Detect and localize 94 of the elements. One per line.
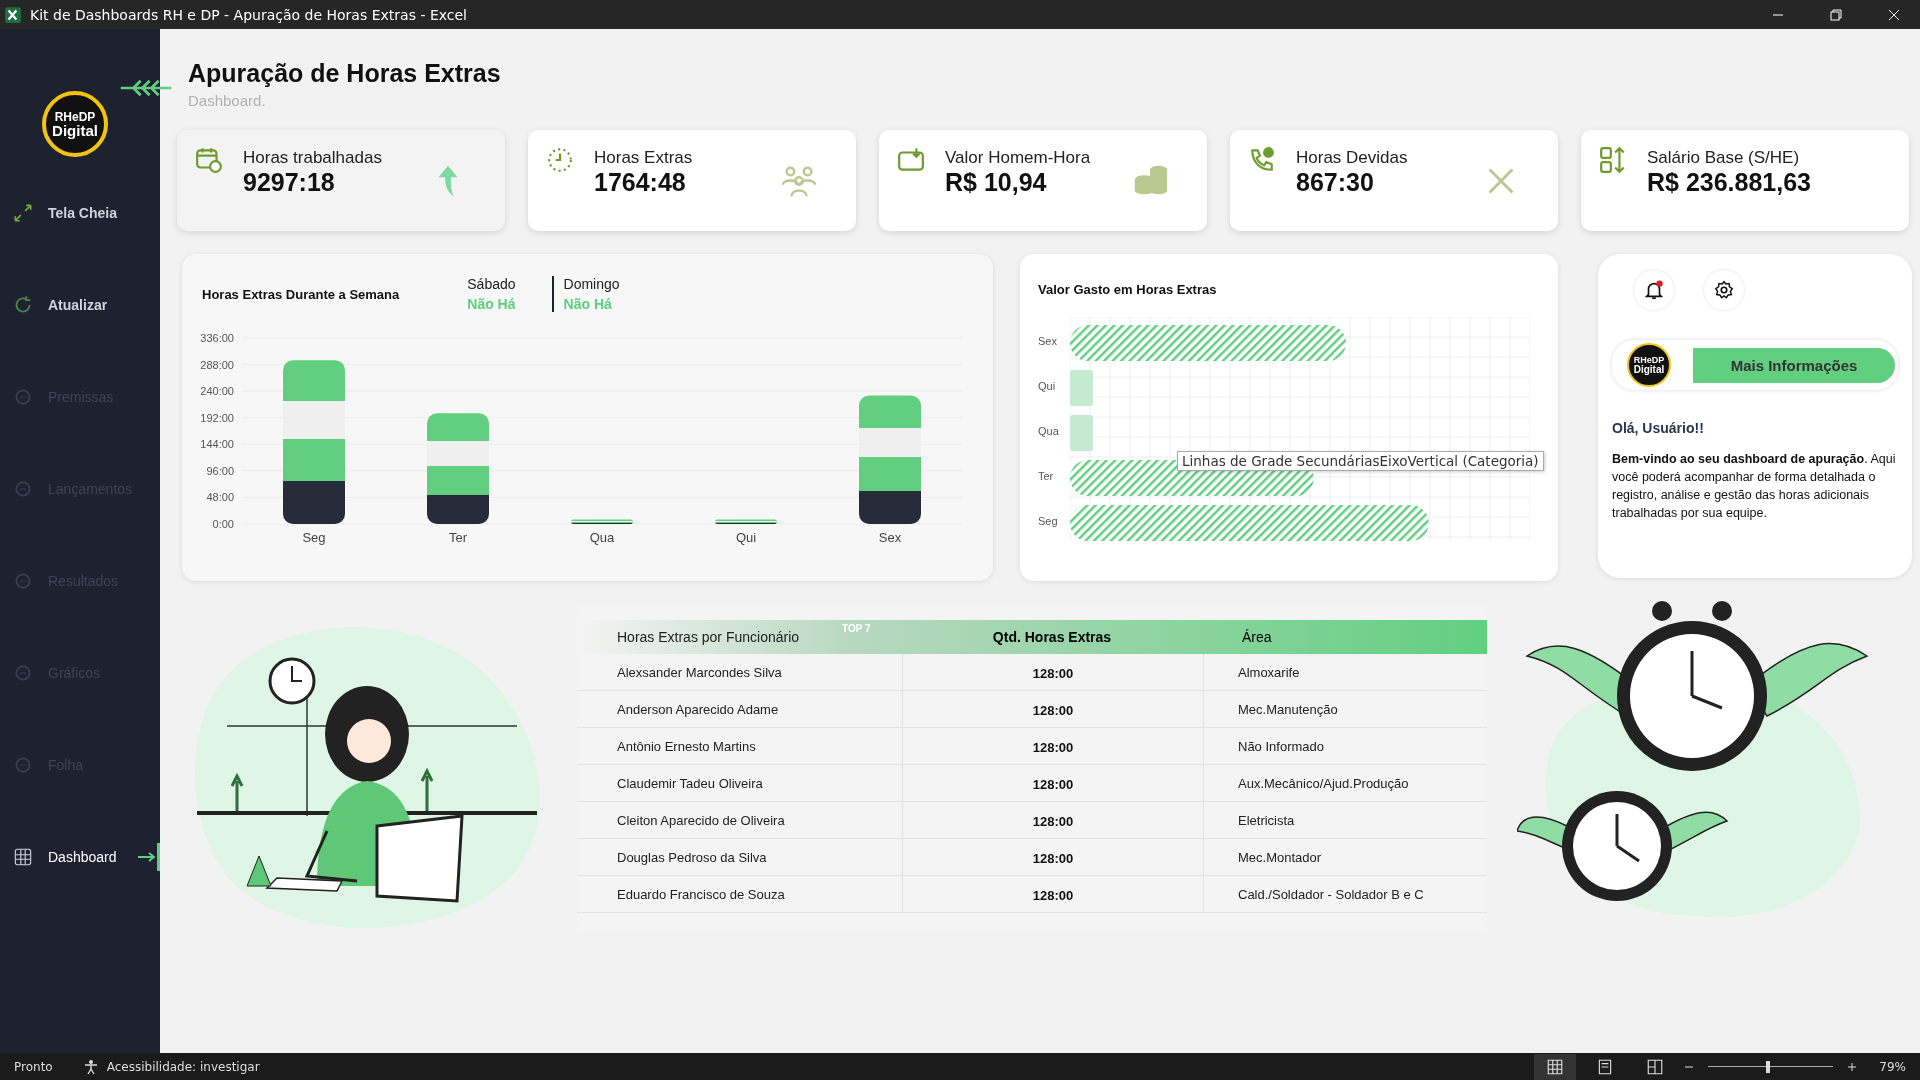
table-cell-text: Douglas Pedroso da Silva	[616, 849, 768, 865]
column-header: Área	[1241, 629, 1272, 645]
axis-category-label: Sex	[1038, 335, 1058, 349]
settings-icon	[1713, 279, 1735, 301]
sidebar-item[interactable]: Dashboard	[0, 811, 160, 903]
weekend-value: Não Há	[563, 296, 613, 312]
bar	[571, 519, 633, 524]
axis-tick-label: 288:00	[200, 358, 234, 371]
column-header: Qtd. Horas Extras	[991, 629, 1113, 645]
zoom-level[interactable]: 79%	[1879, 1059, 1906, 1074]
kpi-label: Valor Homem-Hora	[945, 148, 1092, 168]
kpi-label: Horas Extras	[594, 148, 694, 168]
welcome-text: Bem-vindo ao seu dashboard de apuração. Aqui você poderá acompanhar de forma detalhada o registro, análise e gestão das horas adicionais trabalhadas por sua equipe.	[1612, 451, 1897, 522]
chart-title: Valor Gasto em Horas Extras	[1038, 282, 1218, 297]
table-title: Horas Extras por Funcionário	[616, 629, 801, 645]
table-cell-text: Aux.Mecânico/Ajud.Produção	[1237, 775, 1409, 791]
kpi-value: R$ 10,94	[945, 168, 1048, 197]
accessibility-icon[interactable]	[82, 1058, 99, 1075]
axis-category-label: Qui	[1038, 380, 1057, 394]
axis-category-label: Seg	[302, 530, 326, 545]
axis-category-label: Seg	[1038, 515, 1059, 529]
greeting: Olá, Usuário!!	[1612, 420, 1705, 436]
weekend-value: Não Há	[467, 296, 516, 312]
grid-icon	[12, 846, 34, 868]
table-cell-text: Mec.Manutenção	[1237, 701, 1338, 717]
axis-tick-label: 192:00	[200, 411, 234, 424]
calendar-clock-icon	[195, 146, 223, 174]
axis-tick-label: 96:00	[206, 464, 234, 477]
chevrons-icon	[120, 79, 172, 97]
table-cell-text: Cald./Soldador - Soldador B e C	[1237, 886, 1424, 902]
bar	[1070, 415, 1093, 451]
more-info-button[interactable]: Mais Informações	[1693, 347, 1895, 383]
logo: RHeDP Digital	[1627, 343, 1671, 387]
status-text: Pronto	[14, 1059, 53, 1074]
kpi-value: 867:30	[1296, 168, 1375, 197]
table-cell-text: Eduardo Francisco de Souza	[616, 886, 786, 902]
axis-category-label: Qua	[1038, 425, 1060, 439]
tooltip: Linhas de Grade SecundáriasEixoVertical (Categoria)	[1177, 451, 1544, 471]
axis-category-label: Qui	[735, 530, 757, 545]
table-cell-text: Almoxarife	[1237, 664, 1300, 680]
kpi-value: R$ 236.881,63	[1647, 168, 1813, 197]
zoom-thumb[interactable]	[1766, 1060, 1771, 1073]
close-icon[interactable]	[1888, 8, 1900, 21]
excel-icon	[4, 5, 22, 24]
top-label: TOP 7	[842, 623, 872, 634]
page-subtitle: Dashboard.	[188, 92, 267, 109]
kpi-value: 9297:18	[243, 168, 336, 197]
kpi-label: Salário Base (S/HE)	[1647, 148, 1801, 168]
accessibility-status[interactable]: Acessibilidade: investigar	[106, 1059, 260, 1074]
table-cell: 128:00	[902, 654, 1204, 690]
weekend-day: Sábado	[467, 276, 516, 292]
table-cell: 128:00	[902, 802, 1204, 838]
normal-view-icon[interactable]	[1534, 1053, 1577, 1080]
table-cell-text: Anderson Aparecido Adame	[616, 701, 780, 717]
chart-title: Horas Extras Durante a Semana	[202, 286, 400, 302]
phone-icon	[1248, 146, 1276, 174]
table-cell: 128:00	[902, 839, 1204, 875]
table-cell-text: Eletricista	[1237, 812, 1295, 828]
zoom-in-icon[interactable]	[1847, 1061, 1858, 1072]
axis-tick-label: 240:00	[200, 385, 234, 398]
shapes-icon	[1599, 146, 1627, 174]
sidebar-item[interactable]: Tela Cheia	[0, 167, 160, 259]
table-cell: 128:00	[902, 728, 1204, 764]
axis-tick-label: 144:00	[200, 438, 234, 451]
axis-tick-label: 48:00	[206, 491, 234, 504]
clock-icon	[546, 146, 574, 174]
table-cell-text: Mec.Montador	[1237, 849, 1322, 865]
table-cell: 128:00	[902, 876, 1204, 912]
axis-category-label: Qua	[589, 530, 615, 545]
table-cell-text: Alexsander Marcondes Silva	[616, 664, 783, 680]
table-cell-text: Claudemir Tadeu Oliveira	[616, 775, 764, 791]
table-cell: 128:00	[902, 691, 1204, 727]
kpi-value: 1764:48	[594, 168, 687, 197]
kpi-label: Horas trabalhadas	[243, 148, 383, 168]
restore-icon[interactable]	[1830, 8, 1842, 21]
window-title: Kit de Dashboards RH e DP - Apuração de Horas Extras - Excel	[30, 6, 467, 23]
sidebar-item[interactable]: Atualizar	[0, 259, 160, 351]
expand-icon	[12, 202, 34, 224]
bar	[1070, 370, 1093, 406]
table-cell: 128:00	[902, 765, 1204, 801]
axis-category-label: Ter	[448, 530, 468, 545]
axis-category-label: Sex	[878, 530, 902, 545]
axis-category-label: Ter	[1038, 470, 1055, 484]
kpi-label: Horas Devidas	[1296, 148, 1409, 168]
table-cell-text: Antônio Ernesto Martins	[616, 738, 757, 754]
table-cell-text: Cleiton Aparecido de Oliveira	[616, 812, 786, 828]
table-cell-text: Não Informado	[1237, 738, 1324, 754]
page-title: Apuração de Horas Extras	[188, 59, 501, 88]
logo: RHeDP Digital	[42, 91, 108, 157]
weekend-day: Domingo	[563, 276, 620, 292]
axis-tick-label: 336:00	[200, 332, 234, 344]
arrow-icon	[136, 852, 157, 862]
axis-tick-label: 0:00	[212, 518, 234, 530]
bar	[715, 519, 777, 524]
